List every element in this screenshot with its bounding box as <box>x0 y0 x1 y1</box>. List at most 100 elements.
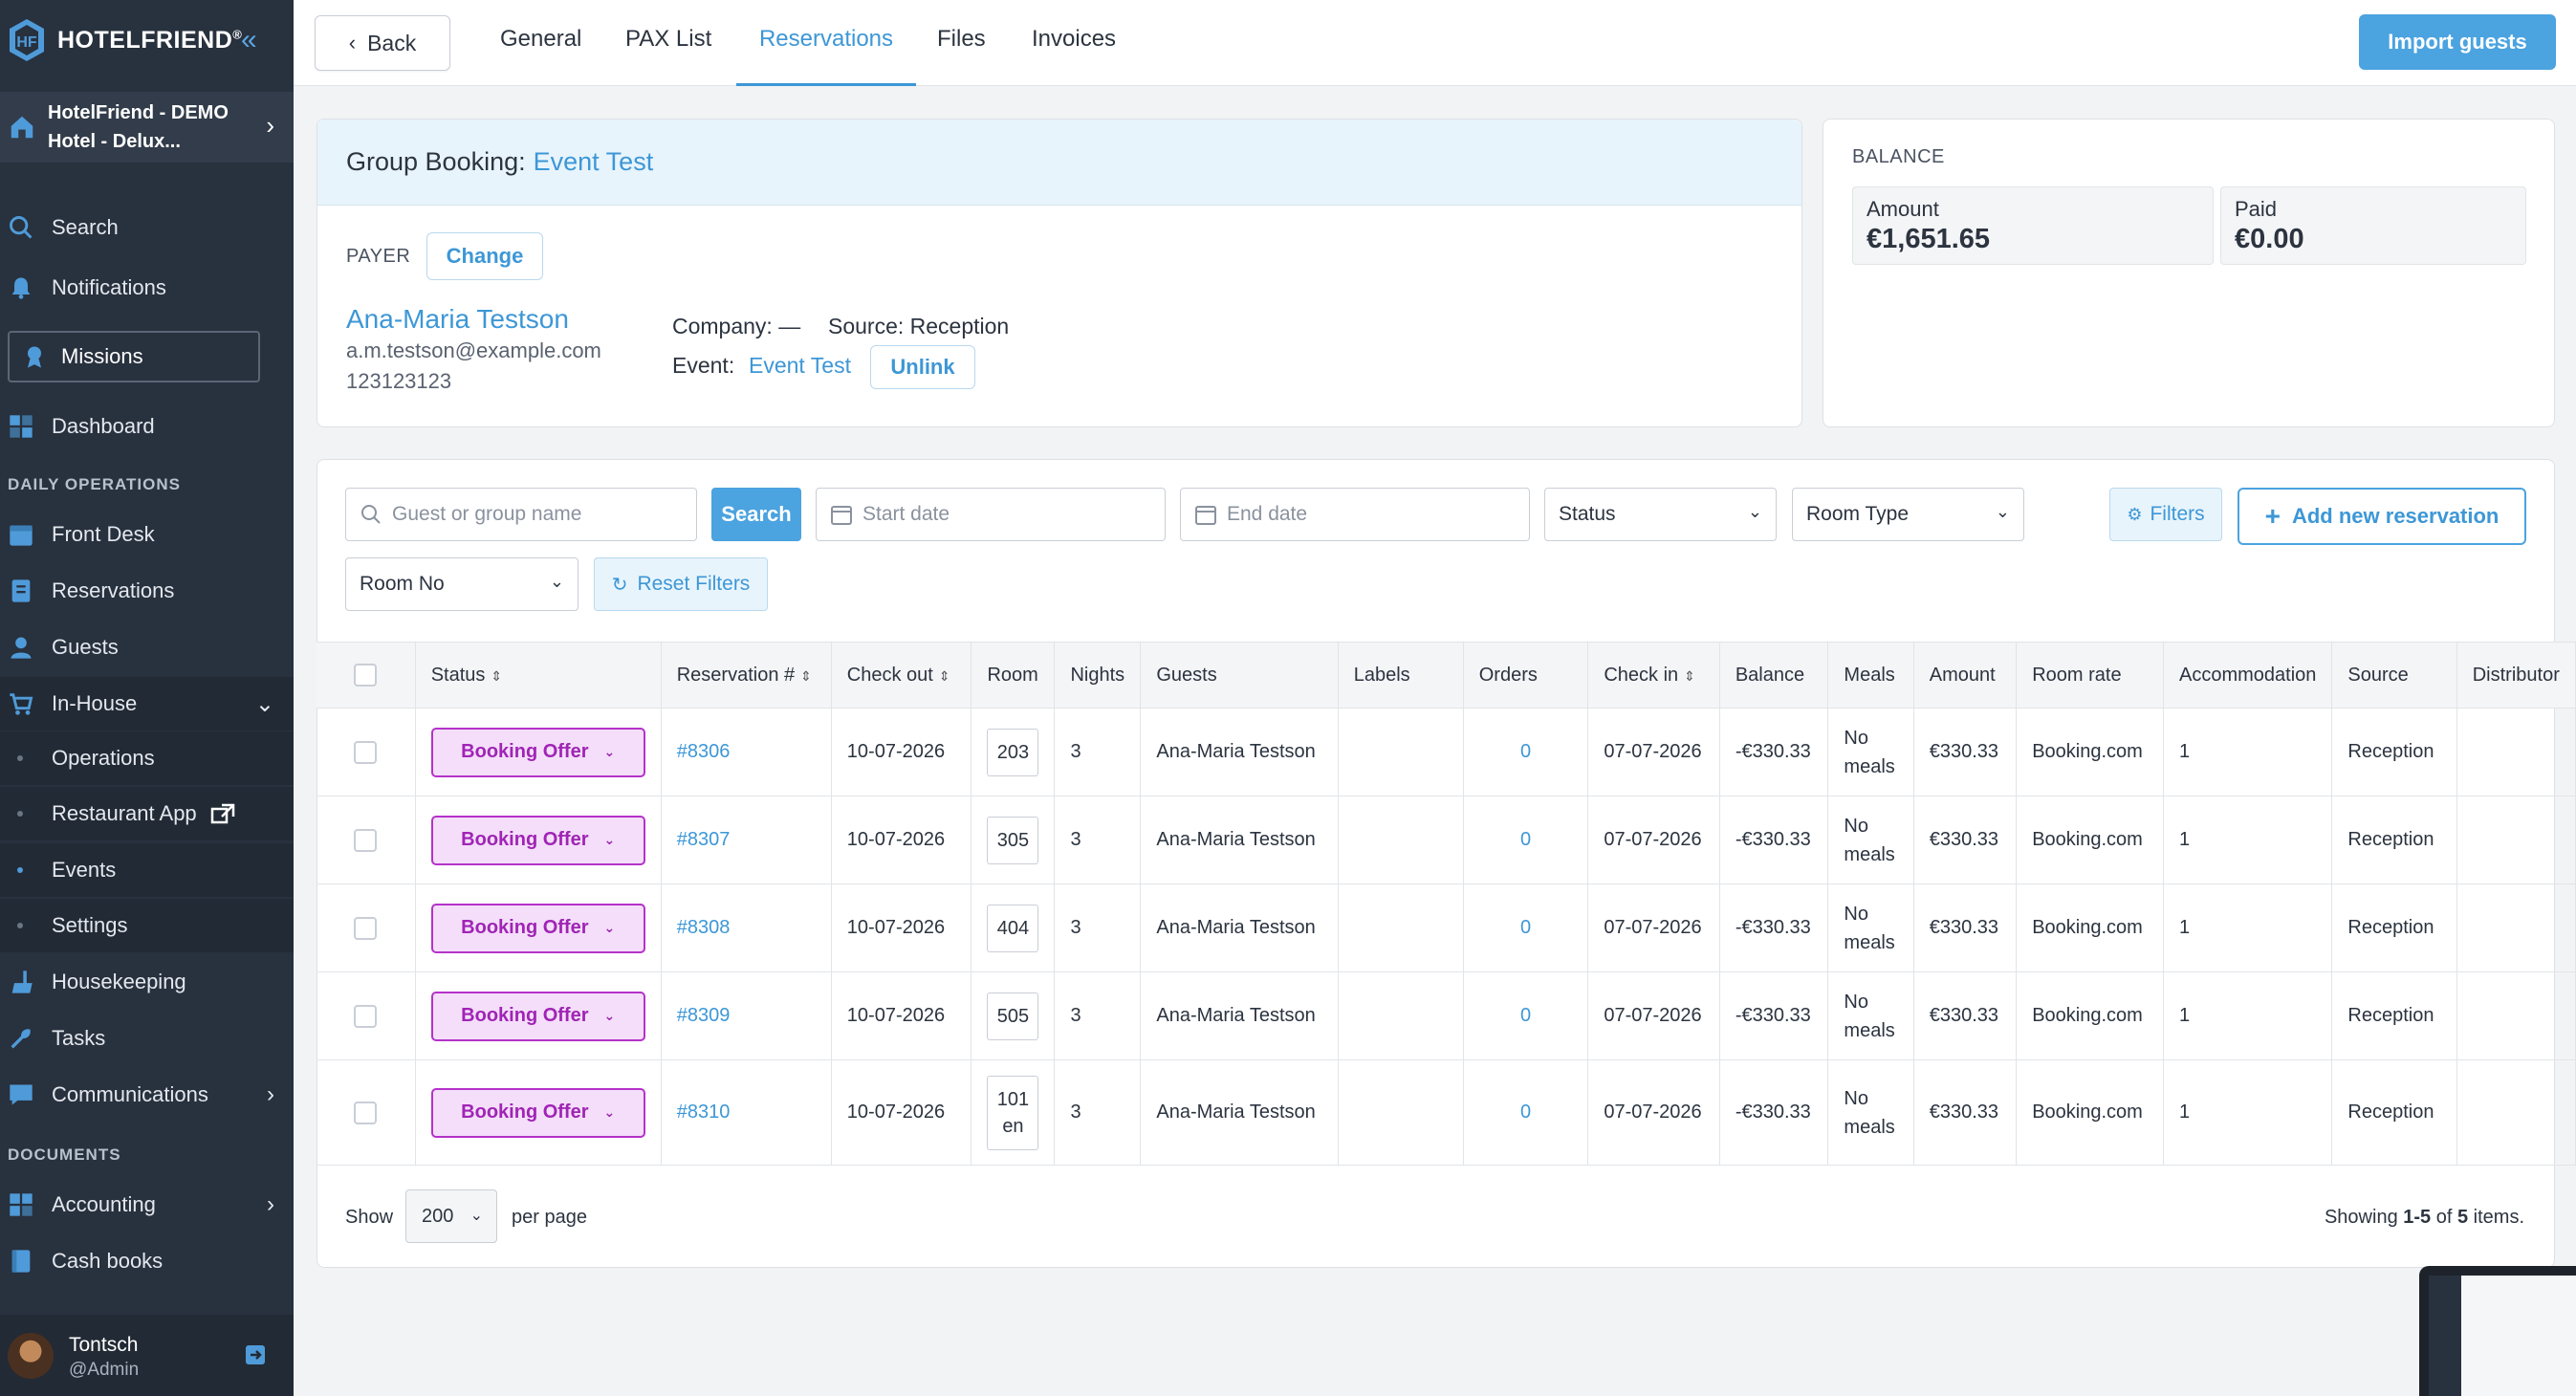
status-dropdown[interactable]: Booking Offer ⌄ <box>430 991 645 1041</box>
tab-files[interactable]: Files <box>937 0 986 86</box>
labels-cell <box>1338 883 1464 972</box>
sidebar-item-label: Tasks <box>52 1026 106 1050</box>
reservation-link[interactable]: #8308 <box>677 917 731 938</box>
guest-search-input[interactable]: Guest or group name <box>345 488 697 541</box>
per-page-select[interactable]: 200 ⌄ <box>405 1189 497 1243</box>
col-status[interactable]: Status ⇕ <box>415 642 662 709</box>
sidebar-subitem-restaurant-app[interactable]: Restaurant App <box>0 787 294 840</box>
room-number: 305 <box>987 816 1039 864</box>
col-check-out[interactable]: Check out ⇕ <box>831 642 972 709</box>
row-checkbox[interactable] <box>354 1004 378 1028</box>
status-dropdown[interactable]: Booking Offer ⌄ <box>430 815 645 865</box>
sidebar-item-cash-books[interactable]: Cash books <box>0 1234 294 1288</box>
sidebar-item-in-house[interactable]: In-House ⌄ <box>0 677 294 731</box>
plus-icon: + <box>2264 501 2281 531</box>
sidebar-item-guests[interactable]: Guests <box>0 621 294 674</box>
end-date-input[interactable]: End date <box>1180 488 1530 541</box>
sidebar-item-reservations[interactable]: Reservations <box>0 564 294 618</box>
sidebar-item-notifications[interactable]: Notifications <box>0 261 294 315</box>
status-select[interactable]: Status ⌄ <box>1544 488 1777 541</box>
row-checkbox[interactable] <box>354 916 378 940</box>
row-checkbox[interactable] <box>354 740 378 764</box>
reservation-link[interactable]: #8306 <box>677 741 731 762</box>
row-checkbox[interactable] <box>354 828 378 852</box>
orders-cell: 0 <box>1463 1059 1589 1166</box>
table-row[interactable]: Booking Offer ⌄ #8310 10-07-2026 101 en 3… <box>317 1059 2576 1166</box>
row-select-cell <box>317 971 416 1060</box>
sidebar-subitem-events[interactable]: Events <box>0 843 294 897</box>
sidebar-item-dashboard[interactable]: Dashboard <box>0 400 294 453</box>
showing-items-text: Showing 1-5 of 5 items. <box>2324 1207 2524 1228</box>
change-payer-button[interactable]: Change <box>426 232 543 280</box>
reservation-cell: #8306 <box>661 708 832 796</box>
add-new-reservation-button[interactable]: + Add new reservation <box>2238 488 2526 545</box>
collapse-sidebar-icon[interactable]: « <box>241 21 257 59</box>
col-reservation[interactable]: Reservation # ⇕ <box>661 642 832 709</box>
col-check-in[interactable]: Check in ⇕ <box>1587 642 1720 709</box>
select-all-checkbox[interactable] <box>354 664 378 687</box>
sidebar-item-tasks[interactable]: Tasks <box>0 1012 294 1065</box>
sidebar-subitem-operations[interactable]: Operations <box>0 731 294 785</box>
sidebar-item-communications[interactable]: Communications › <box>0 1068 294 1122</box>
start-date-input[interactable]: Start date <box>816 488 1166 541</box>
distributor-cell <box>2456 971 2576 1060</box>
room-cell: 305 <box>971 796 1056 884</box>
sidebar-item-label: Cash books <box>52 1249 164 1273</box>
event-link[interactable]: Event Test <box>749 353 851 379</box>
reset-filters-label: Reset Filters <box>637 573 751 595</box>
room-no-select[interactable]: Room No ⌄ <box>345 557 579 611</box>
status-dropdown[interactable]: Booking Offer ⌄ <box>430 1087 645 1138</box>
chevron-left-icon: ‹ <box>348 31 357 55</box>
filters-button[interactable]: ⚙ Filters <box>2109 488 2222 541</box>
reservation-cell: #8309 <box>661 971 832 1060</box>
reset-filters-button[interactable]: ↻ Reset Filters <box>594 557 768 611</box>
start-date-placeholder: Start date <box>862 503 950 525</box>
source-cell: Reception <box>2331 883 2457 972</box>
status-dropdown[interactable]: Booking Offer ⌄ <box>430 903 645 953</box>
import-guests-button[interactable]: Import guests <box>2359 14 2556 70</box>
calendar-icon <box>831 506 852 525</box>
back-button[interactable]: ‹ Back <box>315 15 450 71</box>
distributor-cell <box>2456 1059 2576 1166</box>
bullet-icon <box>17 811 23 817</box>
sidebar-subitem-settings[interactable]: Settings <box>0 899 294 952</box>
logout-icon[interactable] <box>244 1343 267 1366</box>
reservation-link[interactable]: #8309 <box>677 1005 731 1026</box>
filters-label: Filters <box>2150 503 2205 525</box>
user-profile[interactable]: Tontsch @Admin <box>0 1315 294 1396</box>
sidebar-item-search[interactable]: Search <box>0 201 294 254</box>
reservation-link[interactable]: #8310 <box>677 1102 731 1123</box>
table-row[interactable]: Booking Offer ⌄ #8308 10-07-2026 404 3 An… <box>317 883 2576 972</box>
sidebar-item-housekeeping[interactable]: Housekeeping <box>0 955 294 1009</box>
table-row[interactable]: Booking Offer ⌄ #8309 10-07-2026 505 3 An… <box>317 971 2576 1060</box>
reservation-link[interactable]: #8307 <box>677 829 731 850</box>
room-type-select[interactable]: Room Type ⌄ <box>1792 488 2024 541</box>
tab-general[interactable]: General <box>500 0 581 86</box>
labels-cell <box>1338 708 1464 796</box>
search-button[interactable]: Search <box>711 488 801 541</box>
preview-thumbnail[interactable] <box>2419 1266 2576 1396</box>
chevron-right-icon: › <box>267 1081 274 1107</box>
orders-link[interactable]: 0 <box>1520 829 1531 850</box>
table-row[interactable]: Booking Offer ⌄ #8306 10-07-2026 203 3 An… <box>317 708 2576 796</box>
sidebar-item-front-desk[interactable]: Front Desk <box>0 508 294 561</box>
orders-link[interactable]: 0 <box>1520 1005 1531 1026</box>
missions-button[interactable]: Missions <box>8 331 260 382</box>
orders-link[interactable]: 0 <box>1520 741 1531 762</box>
status-dropdown[interactable]: Booking Offer ⌄ <box>430 727 645 777</box>
table-row[interactable]: Booking Offer ⌄ #8307 10-07-2026 305 3 An… <box>317 796 2576 884</box>
row-checkbox[interactable] <box>354 1101 378 1124</box>
orders-link[interactable]: 0 <box>1520 1102 1531 1123</box>
hotel-selector[interactable]: HotelFriend - DEMO Hotel - Delux... › <box>0 92 294 163</box>
tab-pax-list[interactable]: PAX List <box>625 0 711 86</box>
unlink-button[interactable]: Unlink <box>870 345 975 389</box>
sidebar-item-label: Reservations <box>52 578 175 602</box>
sidebar-item-accounting[interactable]: Accounting › <box>0 1178 294 1232</box>
brand-logo[interactable]: HF HOTELFRIEND® <box>8 13 242 67</box>
tab-invoices[interactable]: Invoices <box>1032 0 1116 86</box>
tab-reservations[interactable]: Reservations <box>736 0 916 86</box>
group-booking-name[interactable]: Event Test <box>534 147 654 177</box>
sidebar-item-label: Search <box>52 215 119 239</box>
payer-name[interactable]: Ana-Maria Testson <box>346 304 569 335</box>
orders-link[interactable]: 0 <box>1520 917 1531 938</box>
